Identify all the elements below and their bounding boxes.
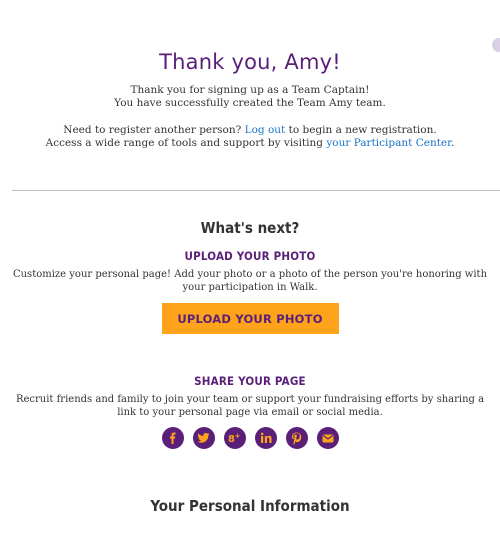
share-page-description: Recruit friends and family to join your … — [15, 394, 485, 418]
linkedin-icon[interactable] — [254, 427, 277, 449]
section-divider — [12, 190, 500, 191]
thanks-line-2: You have successfully created the Team A… — [114, 97, 386, 109]
register-prefix: Need to register another person? — [63, 124, 242, 136]
upload-photo-heading: UPLOAD YOUR PHOTO — [184, 249, 316, 263]
social-share-icons: 8 + — [0, 427, 500, 449]
page-title: Thank you, Amy! — [159, 50, 341, 74]
whats-next-heading: What's next? — [200, 219, 300, 237]
email-icon[interactable] — [316, 427, 339, 449]
register-line: Need to register another person? Log out… — [0, 124, 500, 137]
personal-info-heading: Your Personal Information — [150, 497, 350, 515]
access-line: Access a wide range of tools and support… — [0, 137, 500, 150]
thanks-line-1: Thank you for signing up as a Team Capta… — [130, 84, 370, 96]
confirmation-section: Thank you, Amy! Thank you for signing up… — [0, 0, 500, 150]
participant-center-link[interactable]: your Participant Center — [326, 137, 451, 149]
next-steps-message: Need to register another person? Log out… — [0, 124, 500, 150]
access-prefix: Access a wide range of tools and support… — [45, 137, 323, 149]
thanks-message: Thank you for signing up as a Team Capta… — [0, 84, 500, 110]
access-suffix: . — [451, 137, 455, 149]
whats-next-section: What's next? UPLOAD YOUR PHOTO Customize… — [0, 219, 500, 515]
facebook-icon[interactable] — [161, 427, 184, 449]
register-suffix: to begin a new registration. — [288, 124, 437, 136]
google-plus-icon[interactable]: 8 + — [223, 427, 246, 449]
logout-link[interactable]: Log out — [245, 124, 286, 136]
svg-text:+: + — [234, 432, 240, 440]
upload-photo-description: Customize your personal page! Add your p… — [12, 269, 488, 293]
pinterest-icon[interactable] — [285, 427, 308, 449]
share-page-heading: SHARE YOUR PAGE — [194, 374, 306, 388]
upload-photo-button[interactable]: UPLOAD YOUR PHOTO — [161, 303, 339, 334]
twitter-icon[interactable] — [192, 427, 215, 449]
corner-decoration — [492, 38, 500, 52]
